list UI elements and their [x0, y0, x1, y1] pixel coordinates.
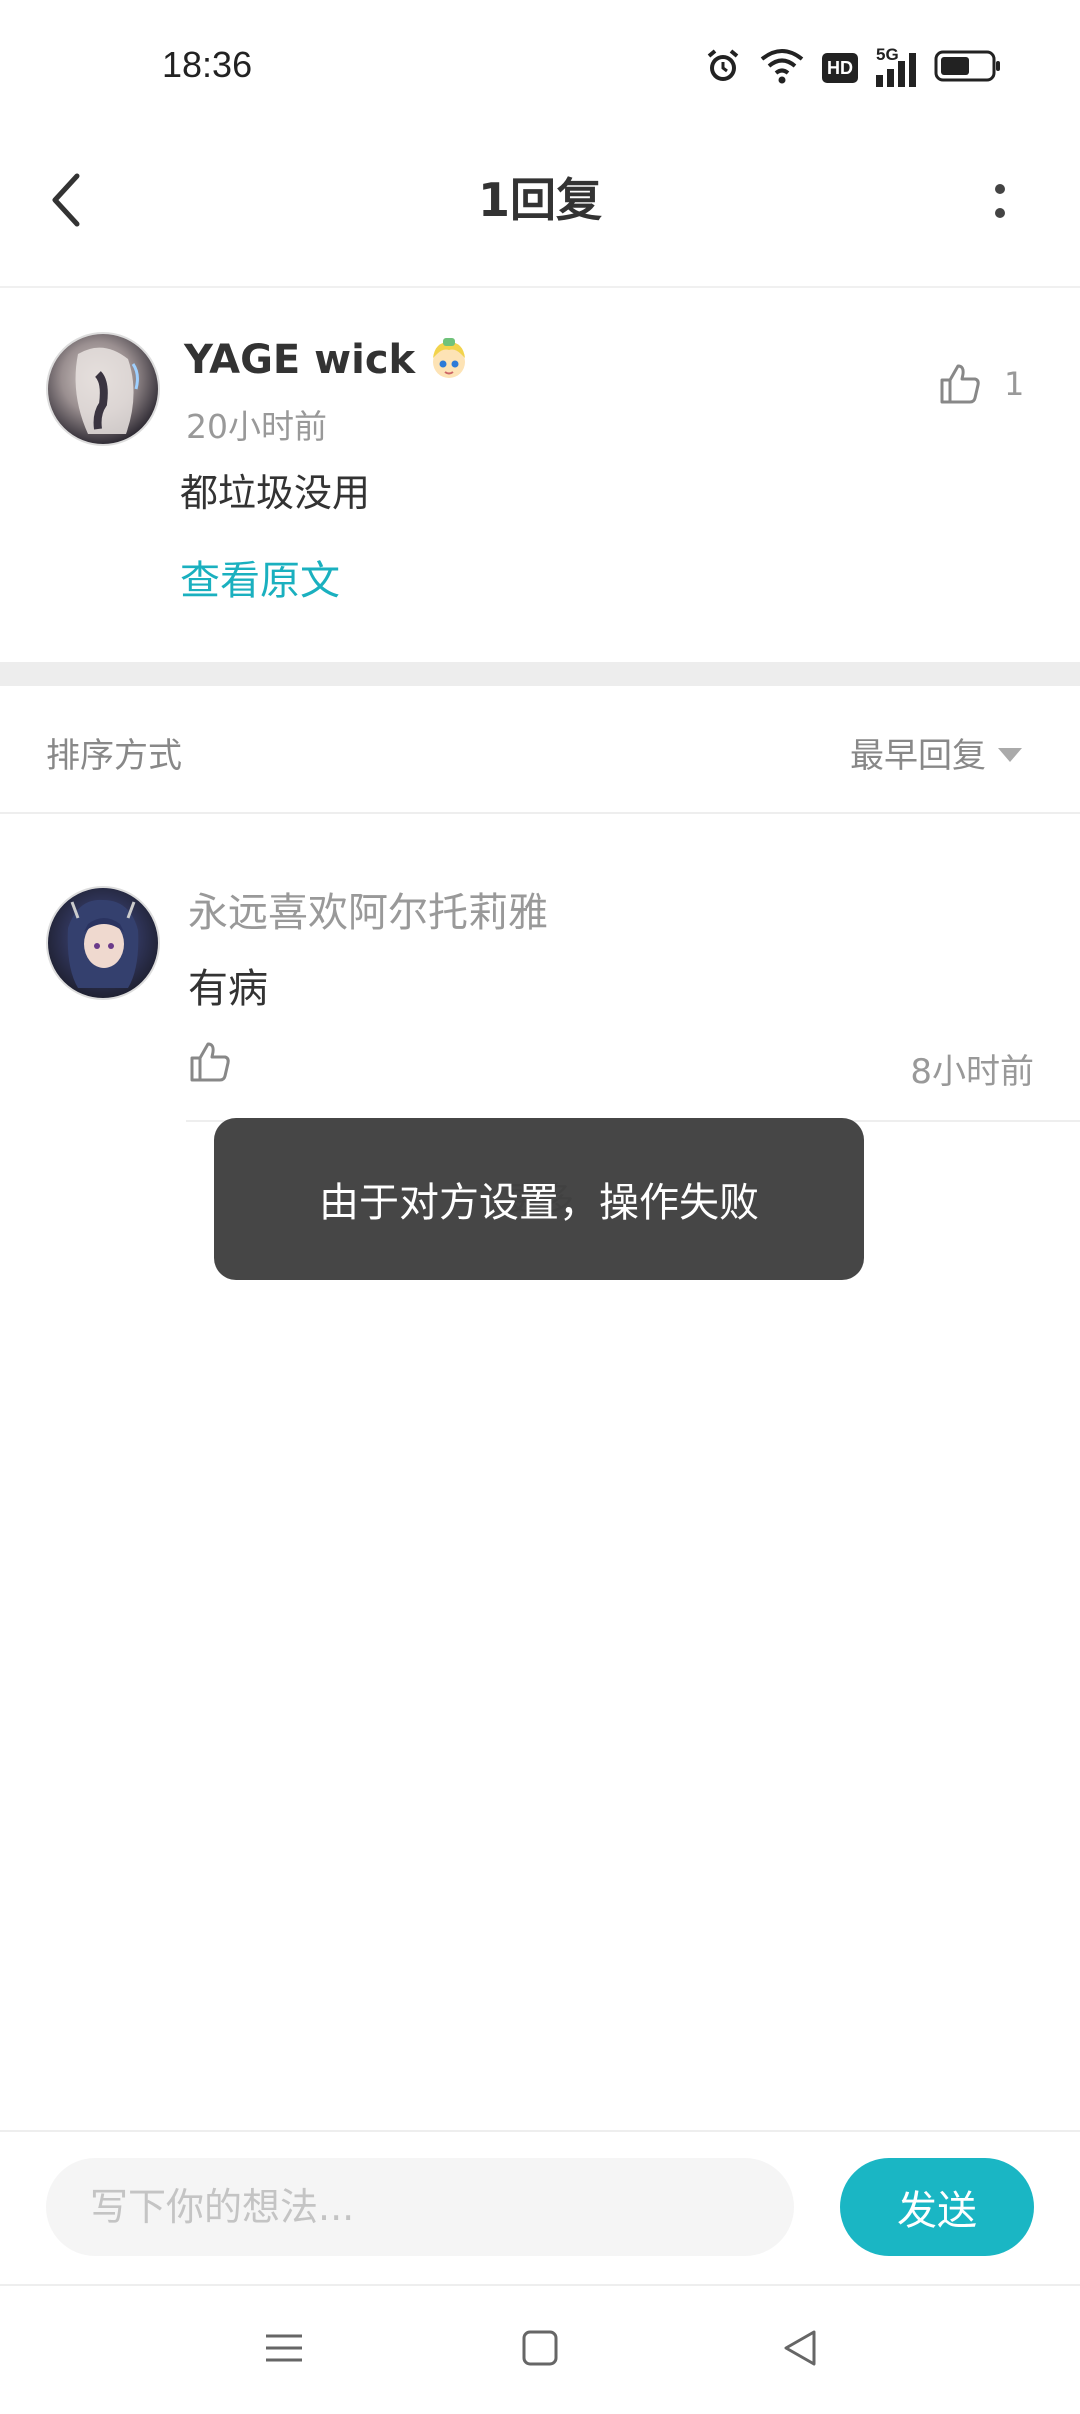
- toast-text: 由于对方设置，操作失败: [319, 1180, 759, 1226]
- wifi-icon: [760, 47, 804, 89]
- sort-label: 排序方式: [46, 736, 182, 776]
- comment-author[interactable]: YAGE wick: [184, 336, 473, 384]
- send-button[interactable]: 发送: [840, 2158, 1034, 2256]
- comment-content: 都垃圾没用: [180, 471, 371, 515]
- page-title: 1回复: [477, 173, 602, 227]
- toast-message: 由于对方设置，操作失败: [214, 1118, 864, 1280]
- home-button[interactable]: [510, 2318, 570, 2378]
- menu-button[interactable]: [254, 2318, 314, 2378]
- more-button[interactable]: [970, 168, 1030, 234]
- reply-content: 有病: [188, 966, 268, 1012]
- comment-time: 20小时前: [186, 407, 327, 446]
- user-badge-icon: [425, 336, 473, 384]
- username[interactable]: YAGE wick: [184, 337, 415, 383]
- reply-time: 8小时前: [910, 1052, 1034, 1092]
- comment-input[interactable]: [46, 2158, 794, 2256]
- home-icon: [522, 2330, 558, 2366]
- hd-icon: HD: [822, 53, 858, 83]
- network-type-label: 5G: [876, 45, 899, 64]
- thumbs-up-icon: [940, 364, 980, 404]
- battery-icon: [934, 49, 1002, 87]
- thumbs-up-icon: [190, 1042, 230, 1082]
- view-original-link[interactable]: 查看原文: [180, 548, 340, 606]
- like-button[interactable]: 1: [938, 362, 1024, 406]
- avatar[interactable]: [46, 332, 160, 446]
- 5g-signal-icon: 5G: [876, 45, 916, 87]
- status-icons: HD 5G: [704, 45, 1002, 90]
- reply-avatar[interactable]: [46, 886, 160, 1000]
- like-count: 1: [1004, 365, 1025, 403]
- more-vertical-icon: [995, 184, 1005, 218]
- back-nav-button[interactable]: [770, 2318, 830, 2378]
- alarm-icon: [704, 47, 742, 89]
- sort-dropdown[interactable]: 最早回复: [850, 728, 1022, 777]
- reply-author[interactable]: 永远喜欢阿尔托莉雅: [188, 880, 548, 938]
- menu-icon: [266, 2334, 302, 2362]
- status-time: 18:36: [162, 44, 253, 85]
- section-divider: [0, 662, 1080, 686]
- caret-down-icon: [998, 747, 1022, 762]
- sort-selected-value[interactable]: 最早回复: [850, 728, 986, 777]
- reply-like-button[interactable]: [188, 1040, 236, 1088]
- back-triangle-icon: [784, 2330, 816, 2366]
